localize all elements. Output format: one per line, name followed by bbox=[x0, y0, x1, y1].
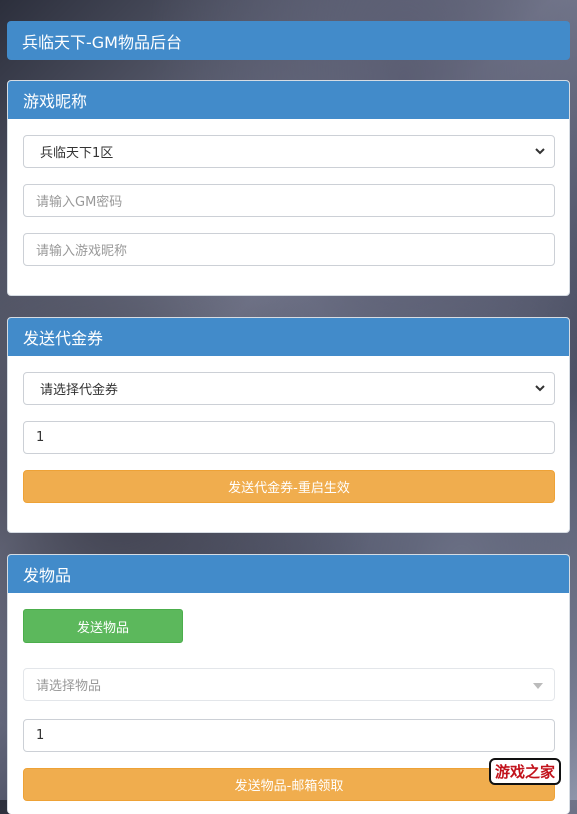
watermark-logo-text: 游戏之家 bbox=[488, 757, 561, 785]
gm-password-field[interactable]: 请输入GM密码 bbox=[23, 184, 555, 217]
nickname-field[interactable]: 请输入游戏昵称 bbox=[23, 233, 555, 266]
send-voucher-button[interactable]: 发送代金券-重启生效 bbox=[23, 470, 555, 503]
nickname-panel: 游戏昵称 兵临天下1区 请输入GM密码 请输入游戏昵称 bbox=[7, 80, 570, 296]
voucher-amount-input[interactable]: 1 bbox=[23, 421, 555, 454]
send-items-button[interactable]: 发送物品 bbox=[23, 609, 183, 643]
chevron-down-icon bbox=[535, 148, 545, 155]
item-panel-title: 发物品 bbox=[23, 566, 72, 585]
nickname-panel-title: 游戏昵称 bbox=[23, 92, 88, 111]
page-header: 兵临天下-GM物品后台 bbox=[7, 21, 570, 60]
page-title: 兵临天下-GM物品后台 bbox=[22, 32, 182, 52]
item-select[interactable]: 请选择物品 bbox=[23, 668, 555, 701]
watermark-logo: 游戏之家 bbox=[481, 752, 569, 790]
nickname-placeholder: 请输入游戏昵称 bbox=[36, 244, 128, 259]
item-quantity-input[interactable]: 1 bbox=[23, 719, 555, 752]
item-select-placeholder: 请选择物品 bbox=[36, 679, 102, 694]
send-mail-button[interactable]: 发送物品-邮箱领取 bbox=[23, 768, 555, 801]
send-voucher-label: 发送代金券-重启生效 bbox=[228, 481, 350, 496]
item-quantity-value: 1 bbox=[36, 728, 45, 743]
voucher-panel: 发送代金券 请选择代金券 1 发送代金券-重启生效 bbox=[7, 317, 570, 533]
gm-password-placeholder: 请输入GM密码 bbox=[36, 195, 123, 210]
voucher-panel-header: 发送代金券 bbox=[8, 318, 569, 356]
voucher-amount-value: 1 bbox=[36, 430, 45, 445]
item-panel-header: 发物品 bbox=[8, 555, 569, 593]
caret-down-icon bbox=[533, 683, 543, 689]
server-select-value: 兵临天下1区 bbox=[40, 146, 114, 161]
send-items-label: 发送物品 bbox=[76, 620, 129, 636]
send-mail-label: 发送物品-邮箱领取 bbox=[234, 779, 344, 794]
server-select[interactable]: 兵临天下1区 bbox=[23, 135, 555, 168]
voucher-select-value: 请选择代金券 bbox=[40, 383, 119, 398]
voucher-select[interactable]: 请选择代金券 bbox=[23, 372, 555, 405]
voucher-panel-title: 发送代金券 bbox=[23, 329, 104, 348]
nickname-panel-header: 游戏昵称 bbox=[8, 81, 569, 119]
chevron-down-icon bbox=[535, 385, 545, 392]
